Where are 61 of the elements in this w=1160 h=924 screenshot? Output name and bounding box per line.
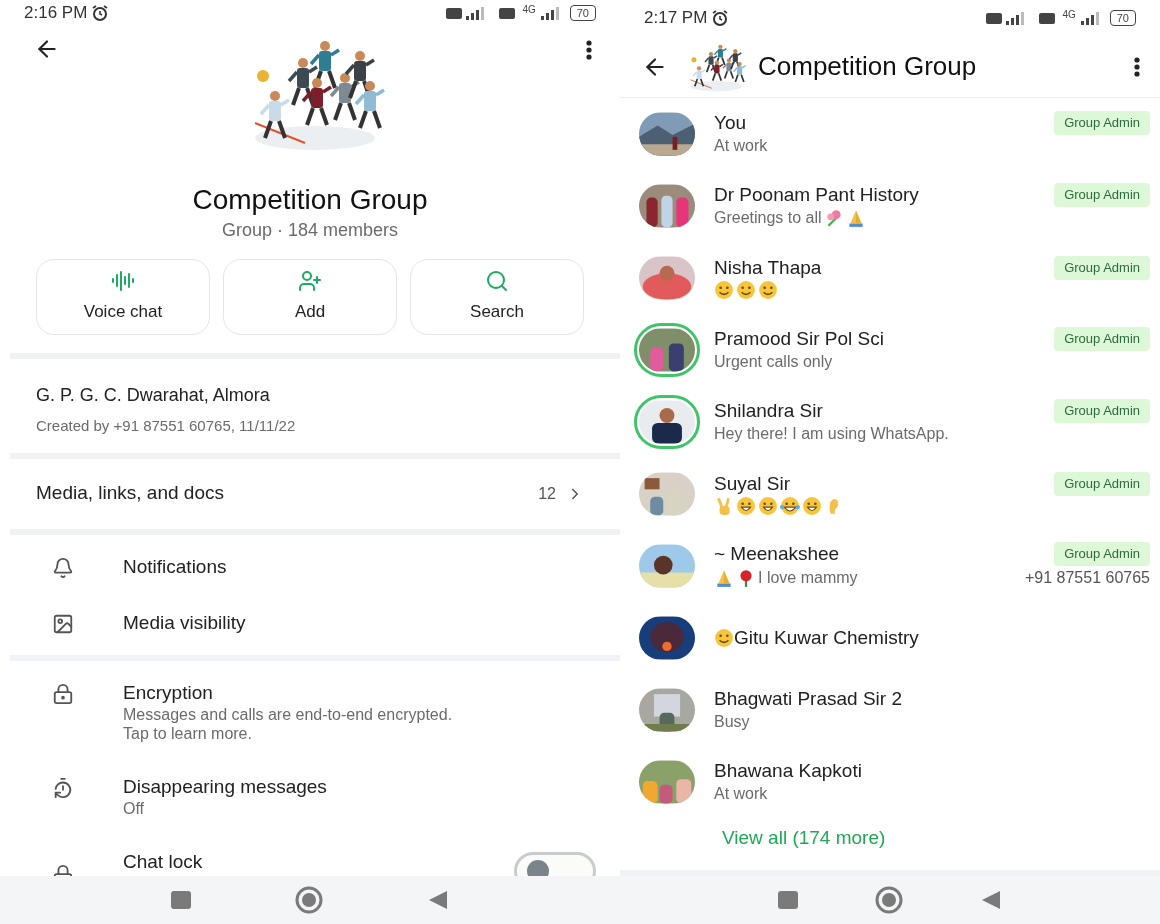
member-name: You: [714, 111, 747, 135]
member-name: Pramood Sir Pol Sci: [714, 327, 884, 351]
member-row[interactable]: Pramood Sir Pol Sci Group Admin Urgent calls only: [620, 314, 1160, 386]
setting-subtitle: Off: [123, 798, 146, 818]
member-row[interactable]: You Group Admin At work: [620, 98, 1160, 170]
status-time: 2:17 PM: [644, 7, 708, 30]
settings-row[interactable]: Encryption Messages and calls are end-to-end encrypted. Tap to learn more.: [0, 664, 620, 759]
member-phone: +91 87551 60765: [1025, 568, 1150, 588]
admin-badge: Group Admin: [1054, 399, 1150, 423]
action-button[interactable]: Voice chat: [36, 258, 210, 335]
member-status: I love mammy: [758, 568, 858, 588]
member-row[interactable]: Suyal Sir Group Admin: [620, 458, 1160, 530]
member-name: Gitu Kuwar Chemistry: [734, 626, 919, 650]
admin-badge: Group Admin: [1054, 542, 1150, 566]
action-button[interactable]: Add: [223, 258, 397, 335]
setting-subtitle: Messages and calls are end-to-end encrypted. Tap to learn more.: [123, 704, 453, 743]
member-row[interactable]: Dr Poonam Pant History Group Admin Greetings to all: [620, 170, 1160, 242]
member-row[interactable]: ~ Meenakshee Group Admin I love mammy +91 87551 60765: [620, 530, 1160, 602]
member-name: Shilandra Sir: [714, 399, 823, 423]
member-name: ~ Meenakshee: [714, 542, 840, 566]
member-row[interactable]: Shilandra Sir Group Admin Hey there! I am using WhatsApp.: [620, 386, 1160, 458]
member-status: At work: [714, 136, 768, 156]
admin-badge: Group Admin: [1054, 472, 1150, 496]
member-status: Greetings to all: [714, 208, 822, 228]
settings-row[interactable]: Notifications: [0, 538, 620, 595]
member-status: At work: [714, 784, 768, 804]
member-name: Bhawana Kapkoti: [714, 759, 862, 783]
member-status: Busy: [714, 712, 750, 732]
action-button[interactable]: Search: [410, 258, 584, 335]
member-name: Bhagwati Prasad Sir 2: [714, 687, 902, 711]
setting-label: Chat lock: [123, 849, 204, 874]
admin-badge: Group Admin: [1054, 327, 1150, 351]
network-label: 4G: [522, 4, 536, 15]
member-name: Nisha Thapa: [714, 256, 822, 280]
setting-label: Disappearing messages: [123, 774, 328, 799]
member-status: Hey there! I am using WhatsApp.: [714, 424, 949, 444]
admin-badge: Group Admin: [1054, 256, 1150, 280]
member-status: Urgent calls only: [714, 352, 833, 372]
member-row[interactable]: Gitu Kuwar Chemistry: [620, 602, 1160, 674]
media-row[interactable]: Media, links, and docs 12: [0, 458, 620, 529]
setting-label: Encryption: [123, 680, 214, 705]
battery-indicator: 70: [1109, 10, 1136, 26]
group-name: Competition Group: [191, 182, 429, 217]
member-row[interactable]: Nisha Thapa Group Admin: [620, 242, 1160, 314]
member-row[interactable]: Bhawana Kapkoti At work: [620, 746, 1160, 818]
setting-label: Notifications: [123, 554, 228, 579]
status-time: 2:16 PM: [24, 2, 88, 24]
network-label: 4G: [1062, 10, 1076, 20]
admin-badge: Group Admin: [1054, 111, 1150, 135]
group-subtitle: Group · 184 members: [220, 218, 400, 242]
battery-indicator: 70: [569, 4, 596, 21]
group-description: G. P. G. C. Dwarahat, Almora: [36, 383, 271, 407]
settings-row[interactable]: Media visibility: [0, 594, 620, 651]
setting-label: Media visibility: [123, 610, 247, 635]
settings-row[interactable]: Disappearing messages Off: [0, 758, 620, 834]
admin-badge: Group Admin: [1054, 183, 1150, 207]
member-row[interactable]: Bhagwati Prasad Sir 2 Busy: [620, 674, 1160, 746]
created-info: Created by +91 87551 60765, 11/11/22: [36, 415, 297, 436]
group-title: Competition Group: [758, 50, 978, 83]
member-name: Suyal Sir: [714, 472, 791, 496]
member-name: Dr Poonam Pant History: [714, 183, 919, 207]
